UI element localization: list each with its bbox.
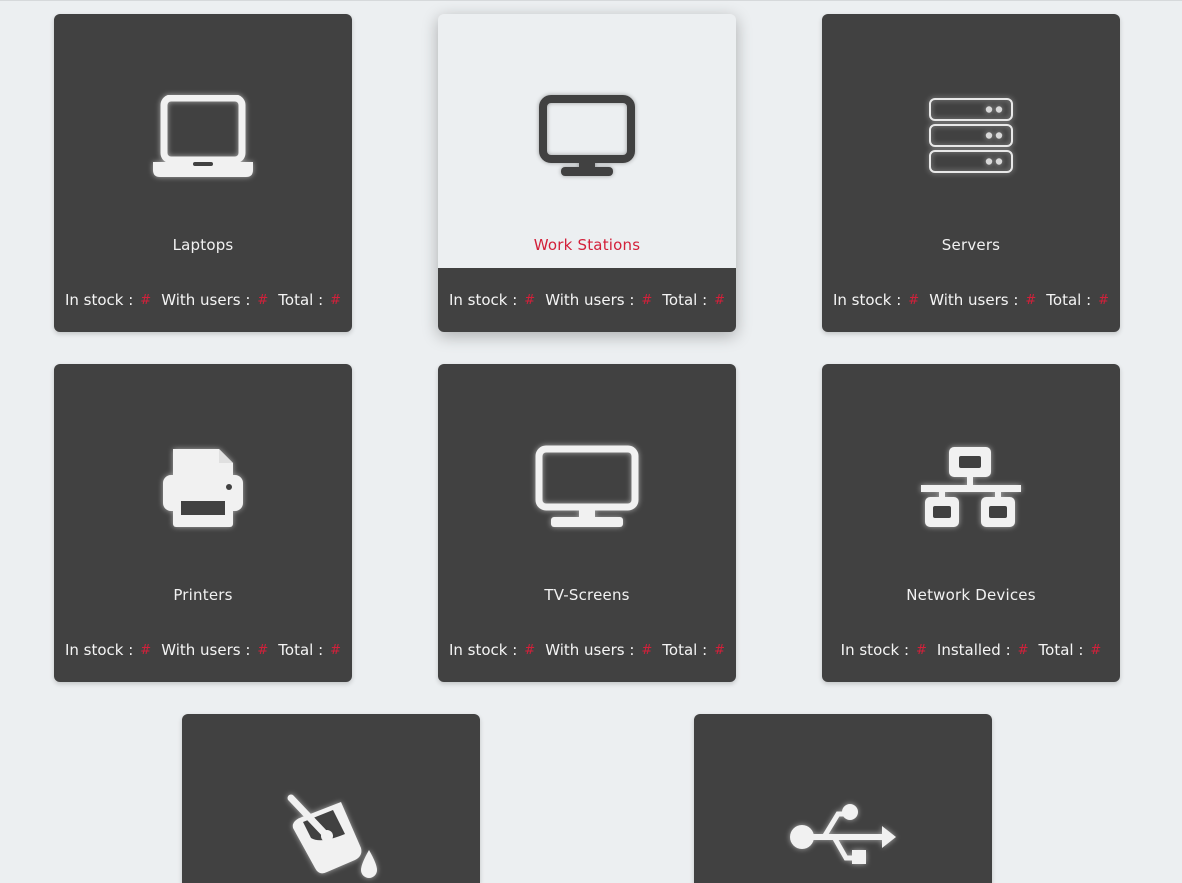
stat-label: Total :: [278, 641, 324, 659]
stat-value: #: [908, 292, 920, 308]
server-icon: [822, 72, 1120, 202]
top-divider: [0, 0, 1182, 1]
card-title: Printers: [173, 586, 233, 604]
stat-value: #: [524, 292, 536, 308]
printer-icon: [54, 422, 352, 552]
card-stats: In stock : # With users : # Total : #: [438, 268, 736, 332]
stat-label: In stock :: [64, 291, 134, 309]
paint-bucket-icon: [182, 772, 480, 883]
stat-value: #: [641, 642, 653, 658]
card-title: Work Stations: [533, 236, 641, 254]
card-stats: In stock : # With users : # Total : #: [822, 268, 1120, 332]
card-usb-devices[interactable]: [694, 714, 992, 883]
stat-value: #: [140, 642, 152, 658]
stat-label: Total :: [278, 291, 324, 309]
card-title: TV-Screens: [544, 586, 630, 604]
stat-value: #: [916, 642, 927, 658]
stat-label: Total :: [662, 291, 708, 309]
stat-label: With users :: [161, 641, 251, 659]
desktop-icon: [438, 72, 736, 202]
card-stats: In stock : # Installed : # Total : #: [822, 618, 1120, 682]
stat-value: #: [257, 642, 269, 658]
card-network-devices[interactable]: Network Devices In stock : # Installed : #…: [822, 364, 1120, 682]
stat-label: In stock :: [64, 641, 134, 659]
stat-label: With users :: [545, 641, 635, 659]
card-work-stations[interactable]: Work Stations In stock : # With users : # …: [438, 14, 736, 332]
card-title: Network Devices: [906, 586, 1036, 604]
stat-label: In stock :: [448, 291, 518, 309]
stat-value: #: [641, 292, 653, 308]
stat-label: In stock :: [840, 641, 909, 659]
card-printers[interactable]: Printers In stock : # With users : # Total…: [54, 364, 352, 682]
card-stats: In stock : # With users : # Total : #: [54, 268, 352, 332]
usb-icon: [694, 772, 992, 883]
stat-label: With users :: [161, 291, 251, 309]
stat-label: Installed :: [936, 641, 1011, 659]
stat-value: #: [330, 642, 342, 658]
stat-value: #: [1025, 292, 1037, 308]
card-consumables[interactable]: [182, 714, 480, 883]
stat-label: With users :: [929, 291, 1019, 309]
card-laptops[interactable]: Laptops In stock : # With users : # Total …: [54, 14, 352, 332]
stat-value: #: [714, 292, 726, 308]
card-stats: In stock : # With users : # Total : #: [438, 618, 736, 682]
card-tv-screens[interactable]: TV-Screens In stock : # With users : # Tot…: [438, 364, 736, 682]
stat-value: #: [140, 292, 152, 308]
stat-value: #: [257, 292, 269, 308]
stat-value: #: [330, 292, 342, 308]
card-stats: In stock : # With users : # Total : #: [54, 618, 352, 682]
stat-value: #: [1098, 292, 1110, 308]
stat-label: Total :: [1038, 641, 1084, 659]
stat-label: In stock :: [832, 291, 902, 309]
tv-icon: [438, 422, 736, 552]
card-servers[interactable]: Servers In stock : # With users : # Total …: [822, 14, 1120, 332]
stat-label: In stock :: [448, 641, 518, 659]
stat-label: Total :: [662, 641, 708, 659]
stat-value: #: [1090, 642, 1102, 658]
stat-label: With users :: [545, 291, 635, 309]
stat-value: #: [1017, 642, 1029, 658]
laptop-icon: [54, 72, 352, 202]
stat-value: #: [714, 642, 726, 658]
card-title: Laptops: [172, 236, 234, 254]
stat-label: Total :: [1046, 291, 1092, 309]
network-icon: [822, 422, 1120, 552]
card-title: Servers: [941, 236, 1001, 254]
stat-value: #: [524, 642, 536, 658]
